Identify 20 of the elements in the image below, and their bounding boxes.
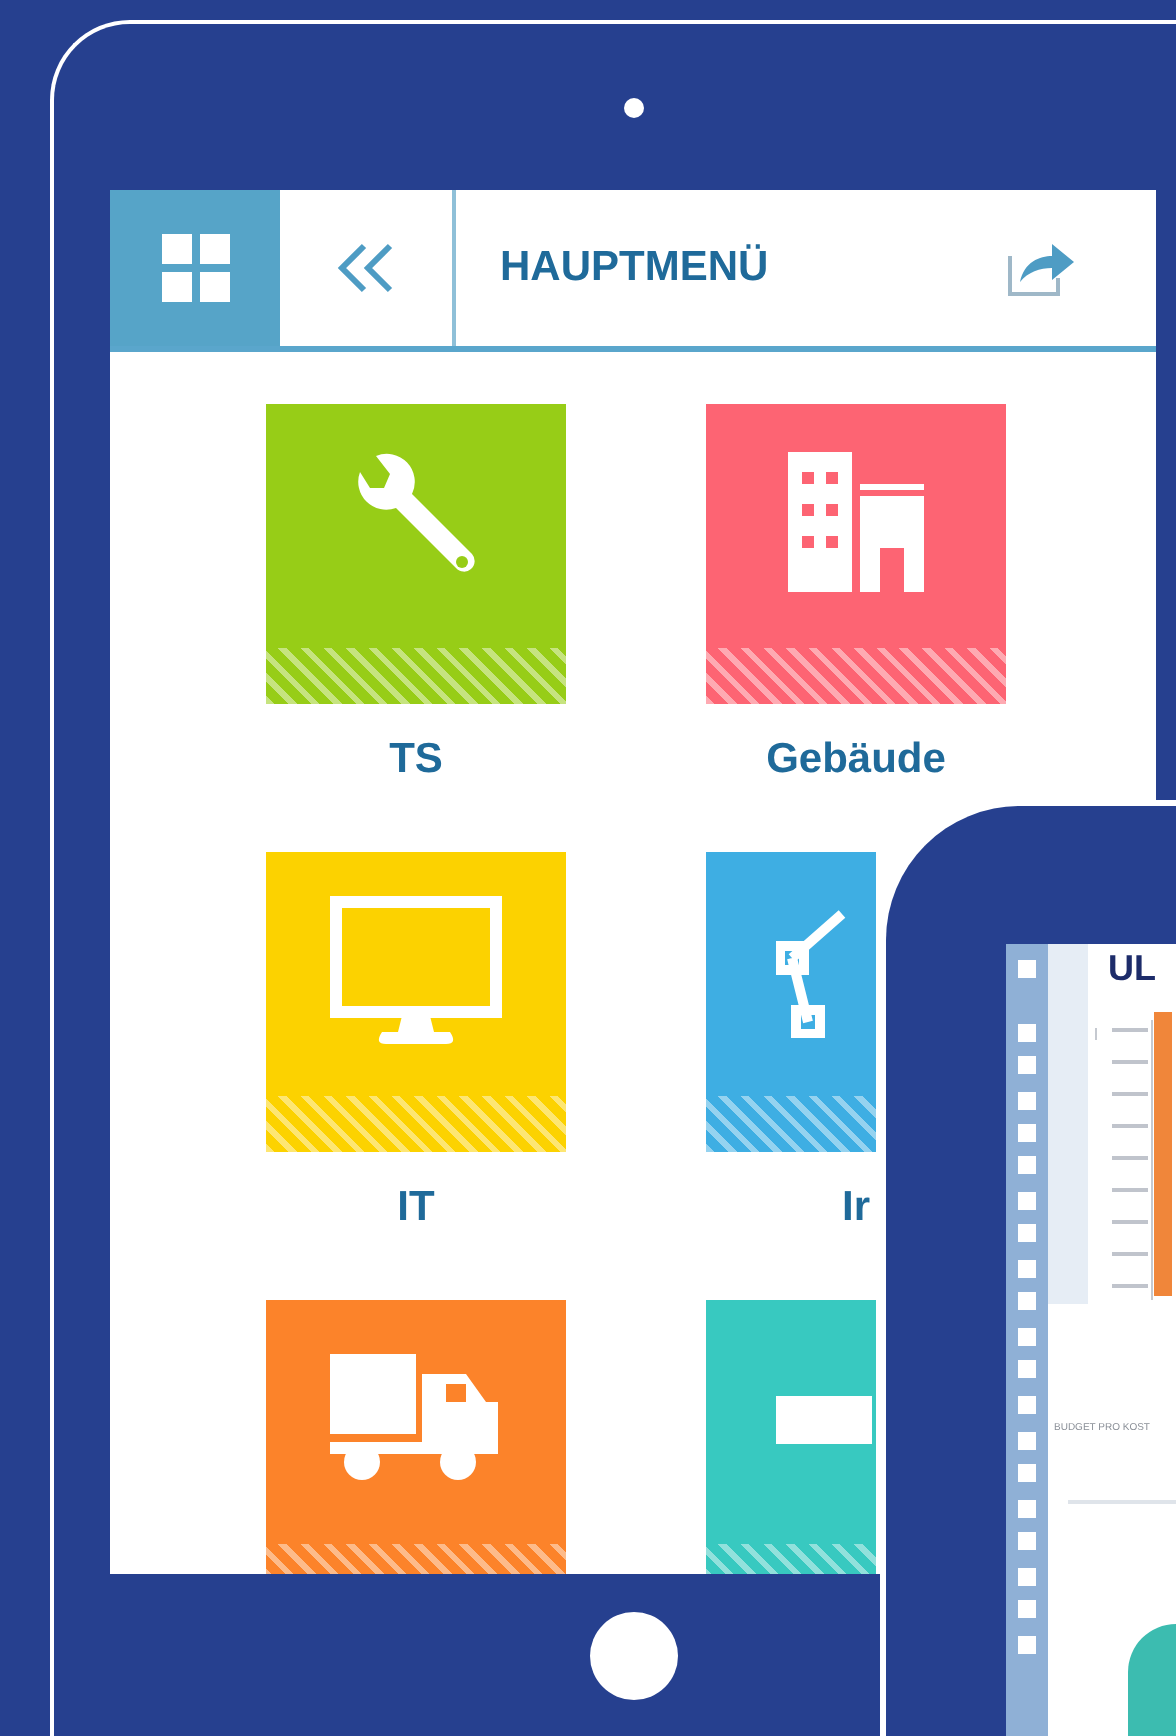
tile-label: Ir bbox=[841, 1184, 870, 1232]
home-button[interactable] bbox=[590, 1612, 678, 1700]
tile-label: Gebäude bbox=[766, 736, 946, 784]
menu-tile[interactable] bbox=[266, 404, 566, 704]
donut-chart-drawing bbox=[1128, 1624, 1176, 1736]
grid-menu-button[interactable] bbox=[110, 190, 280, 346]
tile-label: TS bbox=[389, 736, 443, 784]
header-title: HAUPTMENÜ bbox=[500, 244, 771, 292]
menu-tile[interactable] bbox=[706, 1300, 876, 1574]
menu-tile[interactable] bbox=[706, 852, 876, 1152]
menu-tile[interactable] bbox=[706, 404, 1006, 704]
divider-line bbox=[1068, 1500, 1176, 1504]
camera-dot bbox=[624, 98, 644, 118]
menu-tile[interactable] bbox=[266, 852, 566, 1152]
logo-text: UL bbox=[1108, 948, 1156, 990]
menu-tile[interactable] bbox=[266, 1300, 566, 1574]
share-icon[interactable] bbox=[1004, 238, 1076, 298]
grid-icon bbox=[161, 234, 229, 302]
tile-label: IT bbox=[397, 1184, 435, 1232]
box-icon bbox=[776, 1396, 872, 1444]
